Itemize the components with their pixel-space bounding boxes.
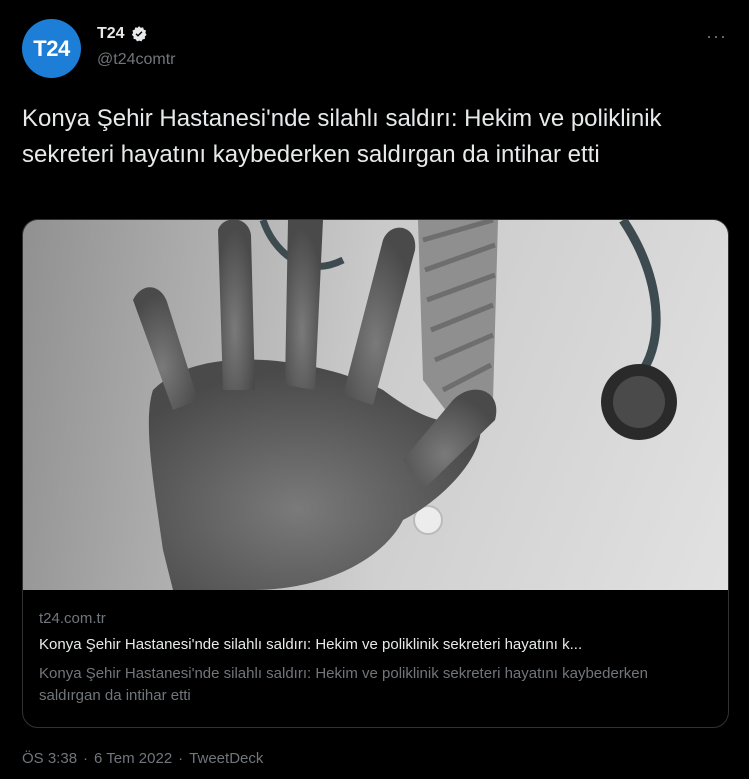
avatar[interactable]: T24 [22,19,81,78]
tweet-source[interactable]: TweetDeck [189,750,263,767]
tweet-date[interactable]: 6 Tem 2022 [94,750,172,767]
handle[interactable]: @t24comtr [97,51,175,69]
meta-separator: · [83,750,89,767]
link-card[interactable]: t24.com.tr Konya Şehir Hastanesi'nde sil… [22,219,729,728]
card-description: Konya Şehir Hastanesi'nde silahlı saldır… [39,665,648,704]
tweet-text: Konya Şehir Hastanesi'nde silahlı saldır… [22,105,662,168]
more-options-icon[interactable]: ··· [706,26,727,47]
card-image [23,220,728,590]
verified-badge-icon [131,26,147,42]
tweet: T24 T24 @t24comtr ··· Konya Şehir Hastan… [0,0,749,779]
card-domain: t24.com.tr [39,610,106,627]
display-name[interactable]: T24 [97,25,125,43]
card-title: Konya Şehir Hastanesi'nde silahlı saldır… [39,636,583,653]
doctor-hand-photo [23,220,728,590]
tweet-meta: ÖS 3:38 · 6 Tem 2022 · TweetDeck [22,750,263,767]
author-name-row: T24 [97,25,148,43]
tweet-time[interactable]: ÖS 3:38 [22,750,77,767]
meta-separator: · [178,750,184,767]
avatar-text: T24 [33,35,70,61]
